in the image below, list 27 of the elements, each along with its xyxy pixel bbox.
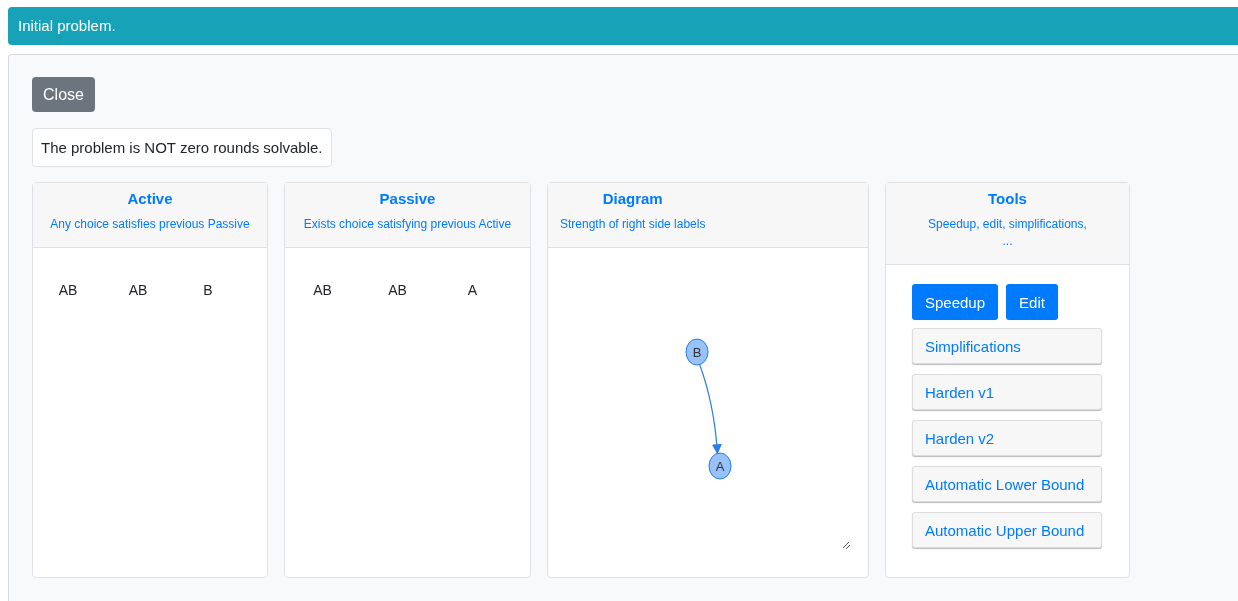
label-text: B [202,282,214,298]
tool-button[interactable]: Harden v2 [912,420,1102,456]
card-subtitle: Exists choice satisfying previous Active [303,216,512,233]
card-subtitle: Any choice satisfies previous Passive [50,216,250,233]
tool-button[interactable]: Simplifications [912,328,1102,364]
status-message: The problem is NOT zero rounds solvable. [32,128,332,167]
card-title: Diagram [601,190,664,207]
graph-node[interactable]: A [708,452,732,480]
card-title: Tools [987,190,1028,207]
banner: Initial problem. [8,7,1238,45]
card-title: Passive [378,190,437,207]
close-button[interactable]: Close [32,77,95,112]
tool-button[interactable]: Automatic Lower Bound [912,466,1102,502]
card-subtitle: Speedup, edit, simplifications, ... [927,216,1088,250]
tool-button[interactable]: Edit [1006,284,1058,320]
label-text: AB [127,282,149,298]
tool-button[interactable]: Speedup [912,284,999,320]
card-title: Active [126,190,174,207]
label-text: AB [387,282,408,298]
label-text: AB [312,282,333,298]
card-subtitle: Strength of right side labels [560,216,706,233]
tool-button[interactable]: Automatic Upper Bound [912,512,1102,548]
tool-button[interactable]: Harden v1 [912,374,1102,410]
label-text: AB [57,282,79,298]
label-text: A [466,282,479,298]
resize-handle-icon[interactable] [842,541,851,550]
graph-node[interactable]: B [685,338,709,366]
